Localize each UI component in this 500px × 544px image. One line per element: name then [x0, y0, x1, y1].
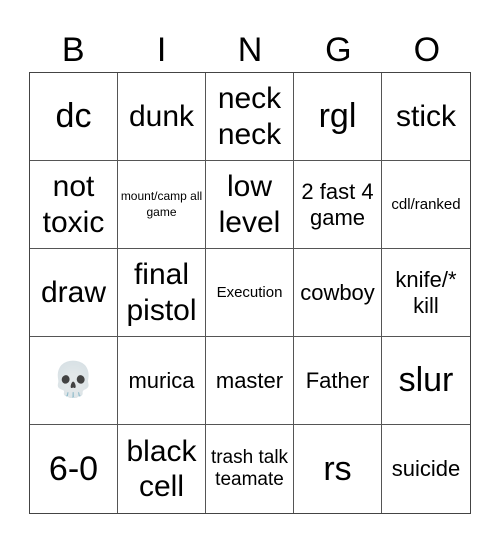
bingo-cell-b4[interactable]: 💀	[30, 337, 118, 425]
bingo-cell-g4[interactable]: Father	[294, 337, 382, 425]
bingo-cell-label: stick	[396, 99, 456, 133]
bingo-cell-i5[interactable]: black cell	[118, 425, 206, 513]
bingo-cell-n5[interactable]: trash talk teamate	[206, 425, 294, 513]
bingo-grid: dc dunk neck neck rgl stick not toxic mount/ca…	[29, 72, 471, 514]
bingo-cell-o1[interactable]: stick	[382, 73, 470, 161]
bingo-cell-b2[interactable]: not toxic	[30, 161, 118, 249]
bingo-cell-label: rgl	[318, 97, 357, 136]
header-letter-o: O	[413, 31, 441, 69]
bingo-cell-label: low level	[218, 170, 281, 239]
bingo-cell-n4[interactable]: master	[206, 337, 294, 425]
bingo-cell-g2[interactable]: 2 fast 4 game	[294, 161, 382, 249]
bingo-cell-g3[interactable]: cowboy	[294, 249, 382, 337]
bingo-cell-label: dc	[55, 97, 92, 136]
bingo-cell-label: master	[215, 367, 284, 393]
bingo-cell-label: Father	[305, 367, 370, 393]
bingo-cell-label: dunk	[128, 99, 195, 133]
bingo-cell-label: black cell	[126, 434, 197, 503]
bingo-cell-label: knife/* kill	[395, 266, 457, 318]
header-letter-b: B	[61, 31, 85, 69]
bingo-cell-n2[interactable]: low level	[206, 161, 294, 249]
bingo-cell-o5[interactable]: suicide	[382, 425, 470, 513]
bingo-cell-label: draw	[40, 275, 107, 309]
header-letter-n: N	[237, 31, 263, 69]
bingo-cell-o2[interactable]: cdl/ranked	[382, 161, 470, 249]
bingo-cell-label: cowboy	[300, 279, 375, 305]
bingo-cell-label: suicide	[391, 456, 461, 482]
bingo-cell-n3[interactable]: Execution	[206, 249, 294, 337]
bingo-cell-label: murica	[128, 367, 195, 393]
bingo-cell-label: 6-0	[48, 449, 99, 488]
bingo-cell-label: neck neck	[217, 82, 282, 151]
bingo-cell-label: rs	[323, 449, 352, 488]
bingo-cell-n1[interactable]: neck neck	[206, 73, 294, 161]
bingo-cell-label: slur	[398, 361, 454, 400]
bingo-cell-label: Execution	[216, 283, 283, 301]
bingo-header: B I N G O	[29, 28, 471, 72]
bingo-cell-label: final pistol	[126, 258, 197, 327]
bingo-cell-label: mount/camp all game	[120, 188, 203, 219]
bingo-cell-g1[interactable]: rgl	[294, 73, 382, 161]
bingo-cell-label: cdl/ranked	[391, 195, 461, 213]
bingo-cell-o4[interactable]: slur	[382, 337, 470, 425]
bingo-cell-b5[interactable]: 6-0	[30, 425, 118, 513]
bingo-cell-g5[interactable]: rs	[294, 425, 382, 513]
bingo-cell-label: not toxic	[42, 170, 105, 239]
bingo-cell-label: trash talk teamate	[210, 446, 289, 490]
bingo-cell-b3[interactable]: draw	[30, 249, 118, 337]
header-letter-g: G	[325, 31, 352, 69]
bingo-cell-i3[interactable]: final pistol	[118, 249, 206, 337]
bingo-cell-i2[interactable]: mount/camp all game	[118, 161, 206, 249]
bingo-cell-i1[interactable]: dunk	[118, 73, 206, 161]
bingo-cell-o3[interactable]: knife/* kill	[382, 249, 470, 337]
skull-icon: 💀	[52, 361, 95, 400]
bingo-cell-i4[interactable]: murica	[118, 337, 206, 425]
bingo-cell-label: 2 fast 4 game	[301, 178, 374, 230]
header-letter-i: I	[156, 31, 167, 69]
bingo-cell-b1[interactable]: dc	[30, 73, 118, 161]
